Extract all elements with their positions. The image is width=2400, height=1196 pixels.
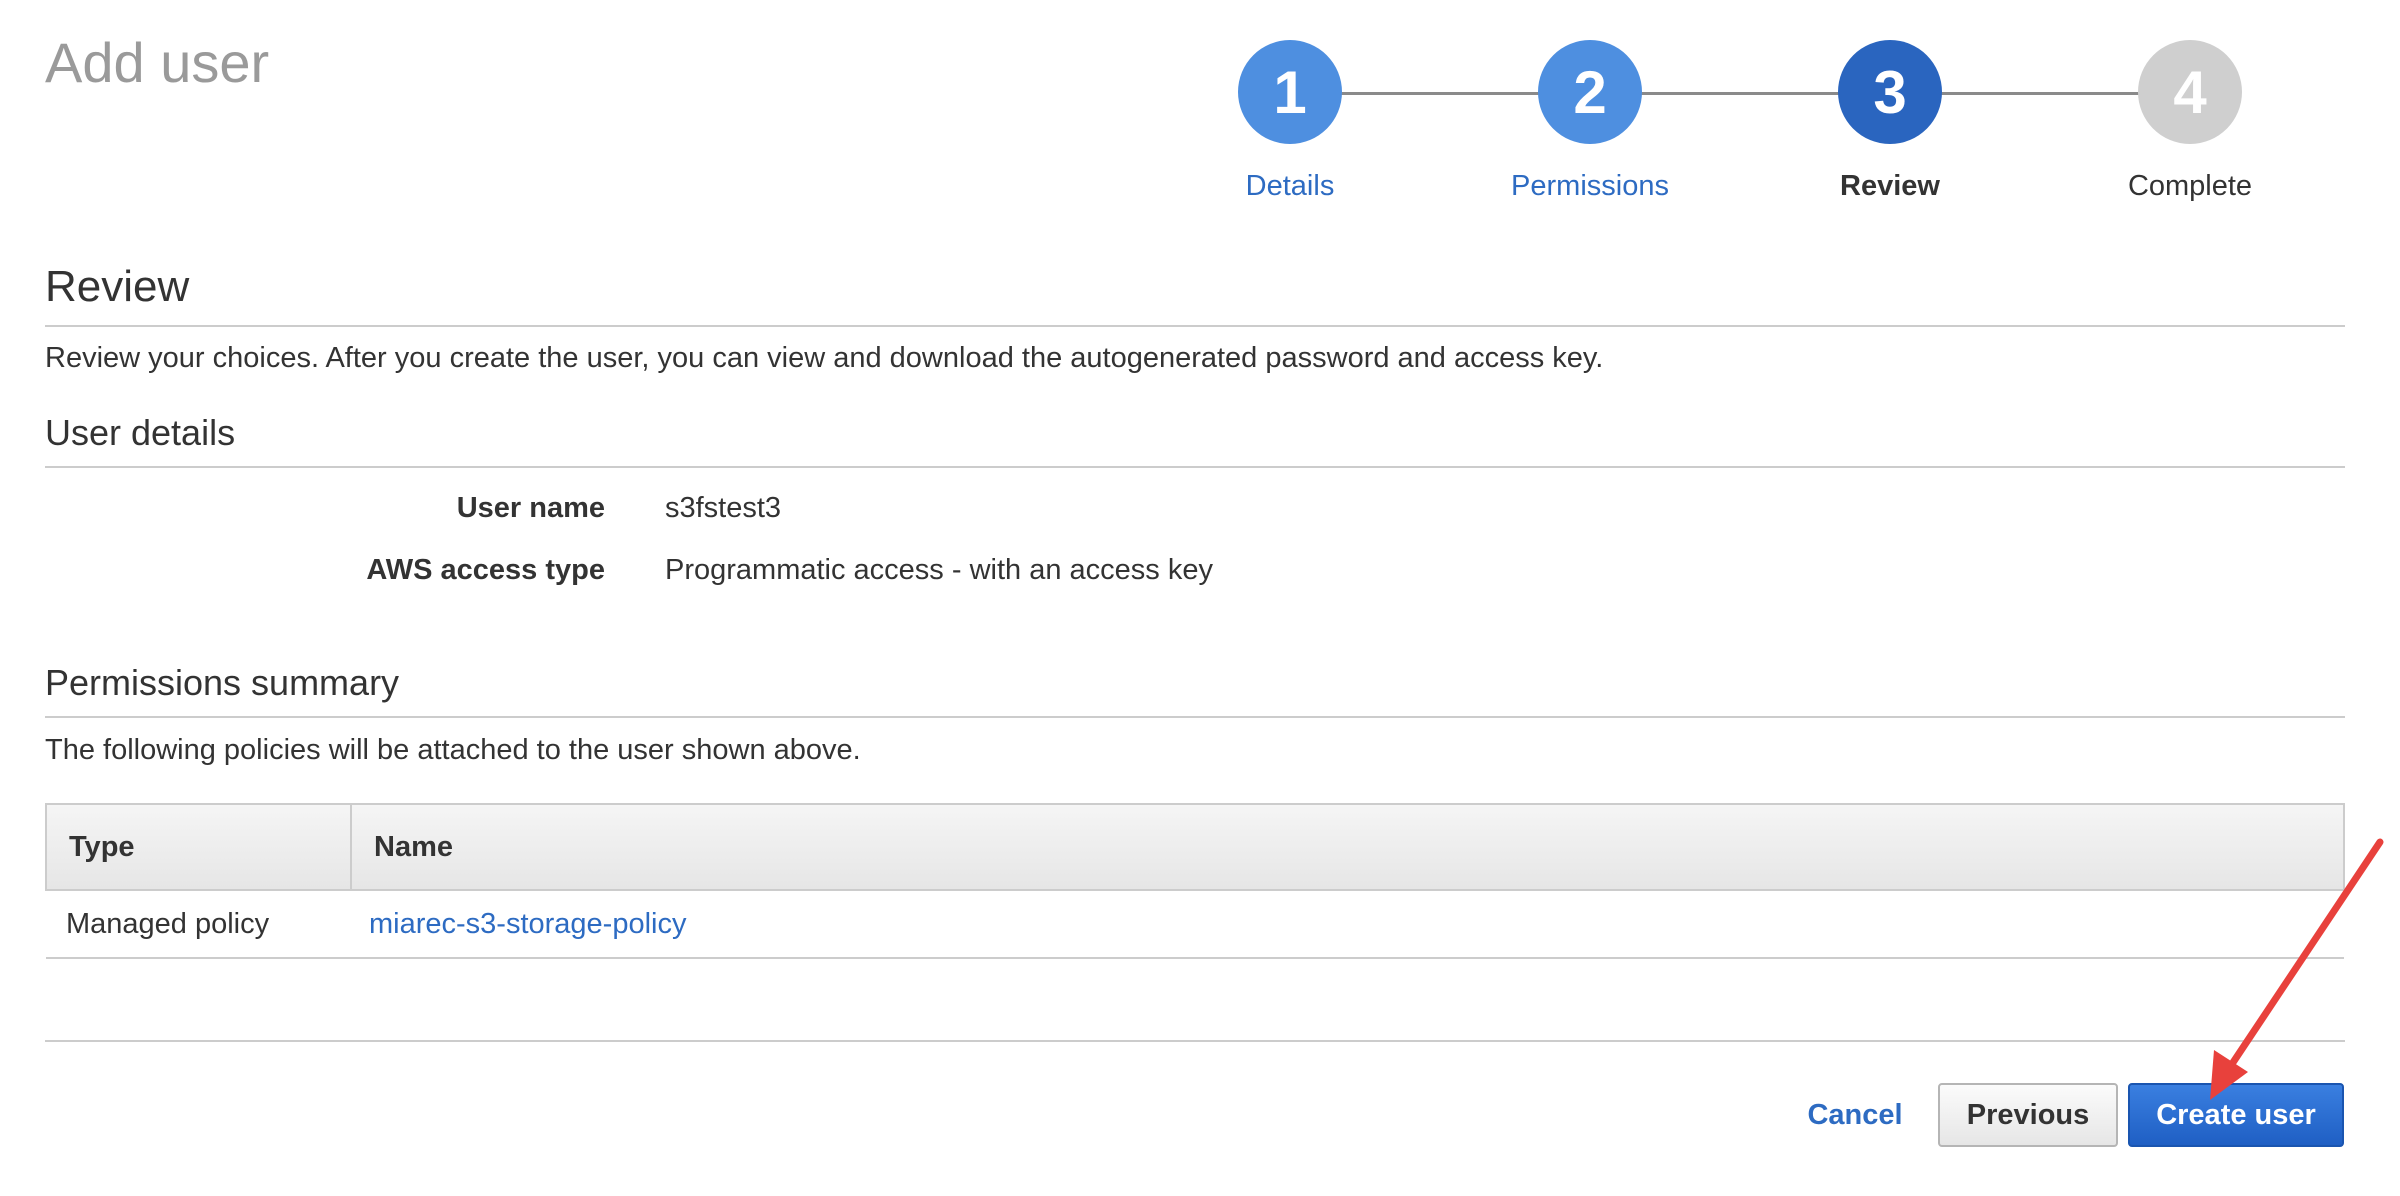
column-header-type[interactable]: Type xyxy=(45,803,352,891)
permissions-description: The following policies will be attached … xyxy=(45,734,861,766)
step-details[interactable]: 1 Details xyxy=(1190,40,1390,203)
step-label[interactable]: Details xyxy=(1190,170,1390,203)
review-heading: Review xyxy=(45,262,190,311)
user-name-value: s3fstest3 xyxy=(665,492,782,524)
step-number: 2 xyxy=(1538,40,1642,144)
access-type-label: AWS access type xyxy=(366,554,605,586)
previous-button[interactable]: Previous xyxy=(1938,1083,2118,1147)
wizard-stepper: 1 Details 2 Permissions 3 Review 4 Compl… xyxy=(1200,40,2300,210)
create-user-button[interactable]: Create user xyxy=(2128,1083,2344,1147)
review-description: Review your choices. After you create th… xyxy=(45,342,1604,374)
add-user-page: Add user 1 Details 2 Permissions 3 Revie… xyxy=(0,0,2400,1196)
step-label: Complete xyxy=(2127,170,2253,202)
step-complete: 4 Complete xyxy=(2090,40,2290,203)
access-type-value: Programmatic access - with an access key xyxy=(665,554,1213,586)
step-review: 3 Review xyxy=(1790,40,1990,203)
step-number: 4 xyxy=(2138,40,2242,144)
divider xyxy=(45,466,2345,468)
policy-name-link[interactable]: miarec-s3-storage-policy xyxy=(351,890,2344,959)
page-title: Add user xyxy=(45,31,270,94)
table-row: Managed policy miarec-s3-storage-policy xyxy=(46,890,2344,959)
table-header-row: Type Name xyxy=(45,803,2345,891)
divider xyxy=(45,325,2345,327)
column-header-name[interactable]: Name xyxy=(350,803,2345,891)
policies-table: Type Name Managed policy miarec-s3-stora… xyxy=(45,803,2345,959)
step-number: 1 xyxy=(1238,40,1342,144)
user-details-heading: User details xyxy=(45,412,236,453)
step-permissions[interactable]: 2 Permissions xyxy=(1490,40,1690,203)
step-number: 3 xyxy=(1838,40,1942,144)
step-label: Review xyxy=(1840,170,1940,202)
divider xyxy=(45,716,2345,718)
footer-divider xyxy=(45,1040,2345,1042)
step-label[interactable]: Permissions xyxy=(1490,170,1690,203)
permissions-summary-heading: Permissions summary xyxy=(45,662,400,703)
cancel-button[interactable]: Cancel xyxy=(1790,1083,1920,1147)
user-name-label: User name xyxy=(456,492,605,524)
policy-type-cell: Managed policy xyxy=(46,890,351,959)
